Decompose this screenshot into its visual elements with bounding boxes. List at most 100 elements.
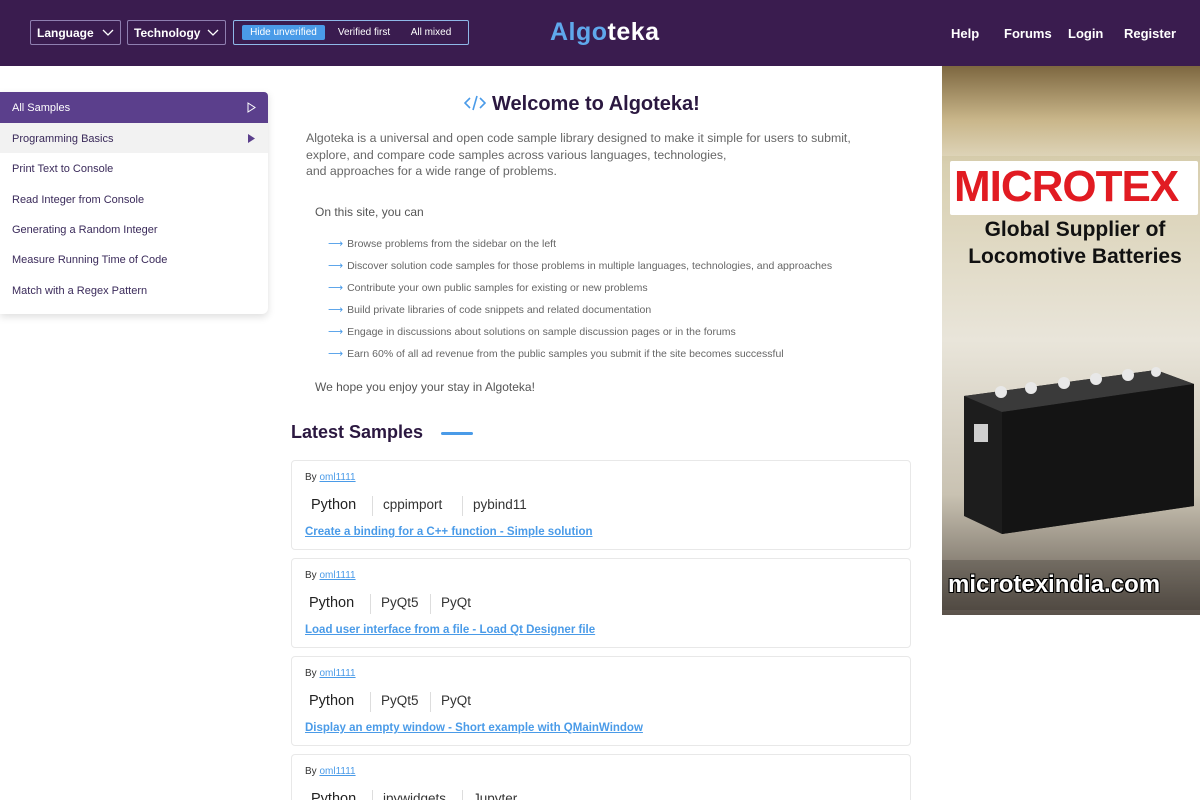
triangle-right-outline-icon bbox=[247, 102, 256, 113]
author-prefix: By bbox=[305, 570, 317, 581]
author-prefix: By bbox=[305, 472, 317, 483]
site-logo[interactable]: Algoteka bbox=[550, 18, 660, 47]
page-title: Welcome to Algoteka! bbox=[492, 93, 700, 115]
nav-help-link[interactable]: Help bbox=[951, 26, 979, 41]
feature-item: ⟶ Earn 60% of all ad revenue from the pub… bbox=[328, 348, 784, 360]
arrow-right-icon: ⟶ bbox=[328, 326, 344, 338]
code-icon bbox=[464, 95, 486, 111]
feature-item: ⟶ Build private libraries of code snippet… bbox=[328, 304, 651, 316]
hide-unverified-option[interactable]: Hide unverified bbox=[242, 25, 325, 40]
technology-tag[interactable]: PyQt5 bbox=[381, 595, 419, 610]
sample-author: By oml1111 bbox=[305, 766, 356, 777]
author-link[interactable]: oml1111 bbox=[319, 570, 355, 581]
author-prefix: By bbox=[305, 766, 317, 777]
top-header: Language Technology Hide unverified Veri… bbox=[0, 0, 1200, 66]
ad-brand-name: MICROTEX bbox=[954, 162, 1179, 211]
author-link[interactable]: oml1111 bbox=[319, 668, 355, 679]
tag-divider bbox=[372, 790, 373, 800]
heading-accent-line bbox=[441, 432, 473, 435]
sample-card: By oml1111 Python ipywidgets Jupyter bbox=[291, 754, 911, 800]
technology-dropdown[interactable]: Technology bbox=[127, 20, 226, 45]
arrow-right-icon: ⟶ bbox=[328, 304, 344, 316]
technology-dropdown-label: Technology bbox=[134, 26, 201, 40]
feature-item: ⟶ Engage in discussions about solutions o… bbox=[328, 326, 736, 338]
sidebar-item-all-samples[interactable]: All Samples bbox=[0, 92, 268, 123]
author-link[interactable]: oml1111 bbox=[319, 472, 355, 483]
sample-card: By oml1111 Python cppimport pybind11 Cre… bbox=[291, 460, 911, 550]
on-site-heading: On this site, you can bbox=[315, 205, 424, 219]
tag-divider bbox=[430, 692, 431, 712]
sidebar-item-random-integer[interactable]: Generating a Random Integer bbox=[0, 224, 268, 244]
arrow-right-icon: ⟶ bbox=[328, 260, 344, 272]
feature-text: Discover solution code samples for those… bbox=[347, 260, 833, 272]
sidebar-item-print-text[interactable]: Print Text to Console bbox=[0, 163, 268, 183]
chevron-down-icon bbox=[102, 29, 114, 36]
ad-tagline-line: Global Supplier of bbox=[984, 218, 1166, 241]
tag-divider bbox=[430, 594, 431, 614]
technology-tag[interactable]: PyQt bbox=[441, 693, 471, 708]
technology-tag[interactable]: ipywidgets bbox=[383, 791, 446, 800]
sample-author: By oml1111 bbox=[305, 570, 356, 581]
nav-forums-link[interactable]: Forums bbox=[1004, 26, 1052, 41]
language-tag[interactable]: Python bbox=[311, 497, 356, 513]
logo-part-teka: teka bbox=[607, 18, 660, 46]
intro-line: explore, and compare code samples across… bbox=[306, 147, 727, 162]
sample-link[interactable]: Create a binding for a C++ function - Si… bbox=[305, 526, 593, 538]
intro-line: and approaches for a wide range of probl… bbox=[306, 164, 557, 178]
feature-text: Contribute your own public samples for e… bbox=[347, 282, 648, 294]
arrow-right-icon: ⟶ bbox=[328, 238, 344, 250]
feature-item: ⟶ Browse problems from the sidebar on the… bbox=[328, 238, 556, 250]
sidebar-category-programming-basics[interactable]: Programming Basics bbox=[0, 123, 268, 153]
technology-tag[interactable]: pybind11 bbox=[473, 497, 527, 512]
language-dropdown-label: Language bbox=[37, 26, 94, 40]
language-tag[interactable]: Python bbox=[309, 693, 354, 709]
tag-divider bbox=[372, 496, 373, 516]
intro-paragraph: Algoteka is a universal and open code sa… bbox=[306, 130, 906, 180]
sample-link[interactable]: Load user interface from a file - Load Q… bbox=[305, 624, 595, 636]
sidebar: All Samples Programming Basics Print Tex… bbox=[0, 92, 268, 314]
technology-tag[interactable]: PyQt bbox=[441, 595, 471, 610]
nav-register-link[interactable]: Register bbox=[1124, 26, 1176, 41]
feature-text: Earn 60% of all ad revenue from the publ… bbox=[347, 348, 784, 360]
technology-tag[interactable]: Jupyter bbox=[473, 791, 517, 800]
closing-text: We hope you enjoy your stay in Algoteka! bbox=[315, 380, 535, 394]
battery-image bbox=[964, 367, 1194, 534]
sidebar-item-read-integer[interactable]: Read Integer from Console bbox=[0, 194, 268, 214]
ad-url: microtexindia.com bbox=[948, 571, 1161, 598]
author-link[interactable]: oml1111 bbox=[319, 766, 355, 777]
sidebar-item-measure-time[interactable]: Measure Running Time of Code bbox=[0, 254, 268, 274]
arrow-right-icon: ⟶ bbox=[328, 282, 344, 294]
sidebar-item-regex[interactable]: Match with a Regex Pattern bbox=[0, 285, 268, 305]
arrow-right-icon: ⟶ bbox=[328, 348, 344, 360]
all-mixed-option[interactable]: All mixed bbox=[404, 25, 458, 40]
verification-filter: Hide unverified Verified first All mixed bbox=[233, 20, 469, 45]
advertisement-banner[interactable]: MICROTEX Global Supplier of Locomotive B… bbox=[942, 66, 1200, 615]
verified-first-option[interactable]: Verified first bbox=[330, 25, 398, 40]
author-prefix: By bbox=[305, 668, 317, 679]
language-dropdown[interactable]: Language bbox=[30, 20, 121, 45]
feature-text: Engage in discussions about solutions on… bbox=[347, 326, 736, 338]
technology-tag[interactable]: PyQt5 bbox=[381, 693, 419, 708]
feature-item: ⟶ Contribute your own public samples for … bbox=[328, 282, 648, 294]
chevron-down-icon bbox=[207, 29, 219, 36]
sidebar-item-label: All Samples bbox=[12, 102, 71, 114]
language-tag[interactable]: Python bbox=[309, 595, 354, 611]
sample-card: By oml1111 Python PyQt5 PyQt Display an … bbox=[291, 656, 911, 746]
logo-part-algo: Algo bbox=[550, 18, 608, 46]
ad-station-roof bbox=[942, 66, 1200, 156]
sample-card: By oml1111 Python PyQt5 PyQt Load user i… bbox=[291, 558, 911, 648]
tag-divider bbox=[370, 594, 371, 614]
language-tag[interactable]: Python bbox=[311, 791, 356, 800]
feature-text: Build private libraries of code snippets… bbox=[347, 304, 652, 316]
feature-text: Browse problems from the sidebar on the … bbox=[347, 238, 556, 250]
nav-login-link[interactable]: Login bbox=[1068, 26, 1103, 41]
feature-item: ⟶ Discover solution code samples for thos… bbox=[328, 260, 832, 272]
latest-samples-heading: Latest Samples bbox=[291, 422, 424, 442]
ad-tagline-line: Locomotive Batteries bbox=[968, 245, 1182, 268]
sample-author: By oml1111 bbox=[305, 668, 356, 679]
ad-tagline: Global Supplier of Locomotive Batteries bbox=[950, 216, 1200, 270]
technology-tag[interactable]: cppimport bbox=[383, 497, 442, 512]
tag-divider bbox=[462, 496, 463, 516]
intro-line: Algoteka is a universal and open code sa… bbox=[306, 131, 851, 145]
sample-link[interactable]: Display an empty window - Short example … bbox=[305, 722, 643, 734]
